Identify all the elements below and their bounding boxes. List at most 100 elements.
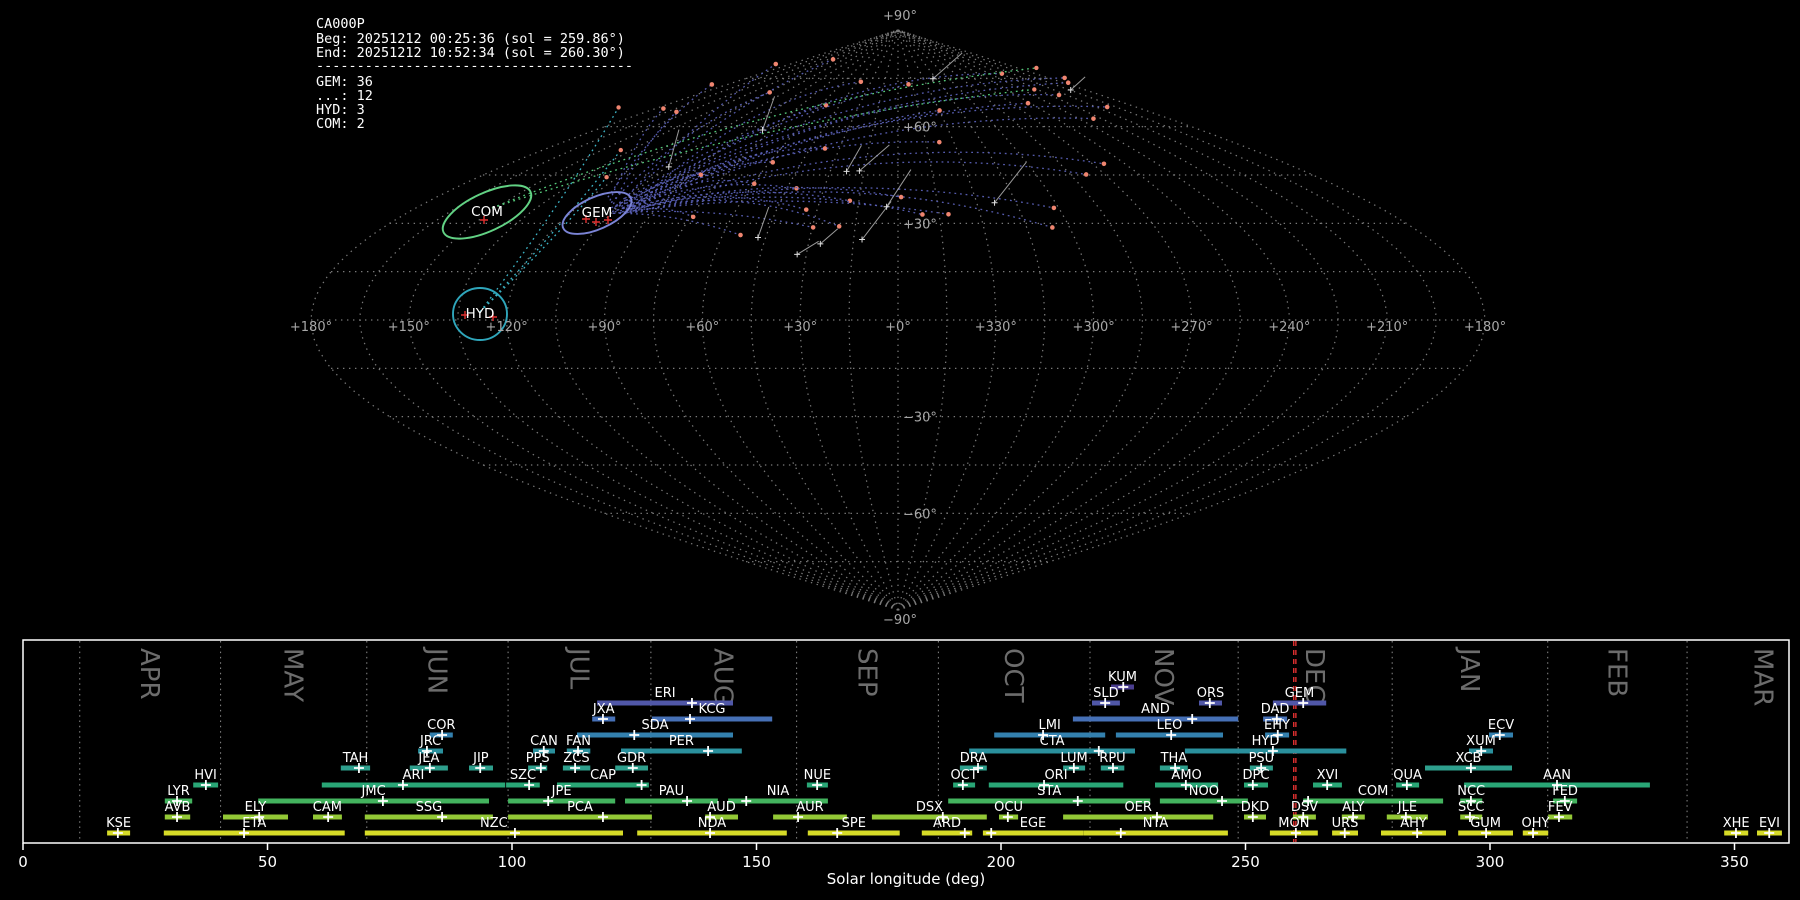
shower-label-ELY: ELY — [245, 800, 267, 815]
trail-end-dot — [1083, 172, 1089, 177]
gem-trail — [635, 196, 923, 216]
shower-label-AHY: AHY — [1400, 816, 1427, 831]
trail-end-dot — [1065, 80, 1071, 86]
latitude-label: −30° — [903, 411, 937, 426]
shower-label-OER: OER — [1124, 800, 1151, 815]
longitude-label: +90° — [588, 320, 622, 335]
trail-end-dot — [709, 82, 715, 87]
shower-bar-KCG — [651, 716, 773, 722]
longitude-label: +210° — [1366, 320, 1408, 335]
shower-peak-marker-KCG — [684, 714, 695, 724]
shower-peak-marker-CAP — [636, 780, 647, 790]
shower-peak-marker-ARD — [959, 828, 970, 838]
shower-label-ETA: ETA — [242, 816, 266, 831]
shower-bar-SDA — [577, 732, 733, 738]
trail-end-dot — [773, 61, 779, 67]
month-label-OCT: OCT — [998, 648, 1028, 703]
shower-label-DPC: DPC — [1243, 768, 1270, 783]
longitude-label: +60° — [685, 320, 719, 335]
shower-label-SPE: SPE — [842, 816, 866, 831]
shower-bar-AUR — [773, 814, 847, 820]
x-axis-tick-label: 0 — [18, 853, 28, 871]
trail-end-dot — [946, 211, 951, 217]
x-axis-tick-label: 300 — [1476, 853, 1505, 871]
trail-end-dot — [604, 174, 609, 180]
trail-end-dot — [898, 194, 904, 200]
shower-peak-marker-PER — [703, 746, 714, 756]
shower-peak-marker-EGE — [986, 828, 997, 838]
shower-label-AUD: AUD — [707, 800, 735, 815]
shower-bar-NOO — [1159, 798, 1248, 804]
gem-trail — [627, 102, 1029, 210]
x-axis-tick-label: 250 — [1231, 853, 1260, 871]
shower-label-AND: AND — [1141, 702, 1170, 717]
trail-end-dot — [738, 232, 743, 238]
gem-trail — [625, 109, 940, 210]
trail-end-dot — [830, 57, 836, 62]
month-label-AUG: AUG — [708, 648, 738, 705]
trail-end-dot — [920, 212, 925, 217]
shower-peak-marker-STA — [1072, 796, 1083, 806]
latitude-label: +30° — [903, 217, 937, 232]
month-label-SEP: SEP — [852, 648, 882, 697]
longitude-label: +240° — [1268, 320, 1310, 335]
shower-label-JEA: JEA — [417, 751, 439, 766]
shower-label-ERI: ERI — [655, 686, 676, 701]
trail-end-dot — [674, 109, 679, 115]
trail-end-dot — [661, 106, 666, 111]
shower-label-KCG: KCG — [699, 702, 726, 717]
shower-label-XCB: XCB — [1456, 751, 1482, 766]
trail-end-dot — [1062, 75, 1067, 81]
trail-end-dot — [1032, 87, 1037, 92]
shower-bar-JMC — [258, 798, 489, 804]
shower-label-SDA: SDA — [642, 718, 669, 733]
longitude-label: +0° — [885, 320, 911, 335]
shower-bar-STA — [948, 798, 1151, 804]
shower-bar-OER — [1063, 814, 1214, 820]
shower-label-STA: STA — [1037, 784, 1061, 799]
shower-label-LYR: LYR — [167, 784, 190, 799]
separator-line: --------------------------------------- — [316, 58, 633, 74]
shower-label-EGE: EGE — [1020, 816, 1047, 831]
shower-bar-ETA — [163, 830, 345, 836]
sporadic-marker — [843, 168, 850, 175]
shower-ellipse-label-COM: COM — [471, 204, 503, 220]
shower-ellipse-label-GEM: GEM — [582, 205, 613, 221]
gem-trail — [629, 93, 1060, 210]
longitude-label: +330° — [975, 320, 1017, 335]
gem-trail — [614, 187, 1055, 213]
shower-bar-SPE — [807, 830, 900, 836]
month-label-FEB: FEB — [1601, 648, 1631, 697]
trail-end-dot — [767, 90, 773, 95]
trail-end-dot — [1051, 205, 1057, 211]
shower-label-LMI: LMI — [1039, 718, 1061, 733]
station-code: CA000P — [316, 16, 365, 32]
shower-label-OCT: OCT — [950, 768, 977, 783]
shower-label-NDA: NDA — [698, 816, 727, 831]
shower-label-ARD: ARD — [933, 816, 961, 831]
count-com: COM: 2 — [316, 116, 365, 132]
shower-label-ZCS: ZCS — [563, 751, 589, 766]
sporadic-trail — [859, 144, 890, 172]
sporadic-marker — [754, 234, 761, 241]
longitude-label: +180° — [1464, 320, 1506, 335]
shower-peak-marker-NTA — [1115, 828, 1126, 838]
trail-end-dot — [937, 139, 942, 145]
shower-bar-JPE — [508, 798, 616, 804]
trail-end-dot — [1034, 65, 1039, 71]
shower-peak-marker-NZC — [509, 828, 520, 838]
gem-trail — [610, 91, 770, 204]
longitude-label: +150° — [388, 320, 430, 335]
shower-label-DSX: DSX — [916, 800, 943, 815]
north-pole-label: +90° — [883, 9, 917, 24]
sporadic-trail — [994, 161, 1027, 203]
hyd-trail — [479, 176, 608, 313]
shower-peak-marker-PCA — [597, 812, 608, 822]
shower-label-DRA: DRA — [960, 751, 988, 766]
shower-label-TAH: TAH — [342, 751, 369, 766]
month-label-JUN: JUN — [421, 646, 451, 694]
shower-bar-NZC — [364, 830, 623, 836]
sporadic-trail — [668, 129, 680, 168]
x-axis-title: Solar longitude (deg) — [827, 870, 985, 888]
shower-label-OHY: OHY — [1522, 816, 1550, 831]
